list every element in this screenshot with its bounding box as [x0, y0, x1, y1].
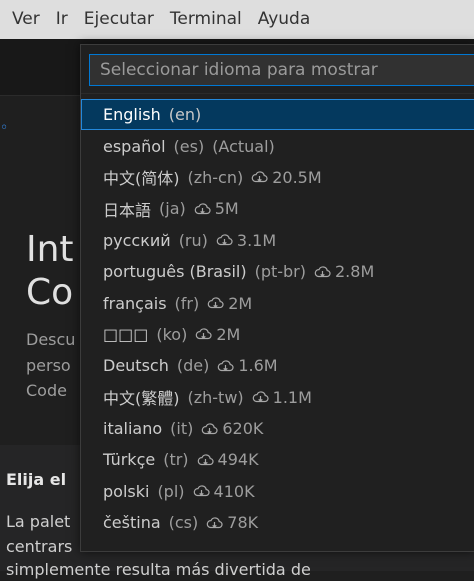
- download-size: 494K: [217, 450, 259, 470]
- language-code: (cs): [168, 513, 199, 533]
- download-size: 2M: [216, 324, 241, 344]
- download-size: 1.6M: [238, 356, 278, 376]
- walkthrough-card-title: Elija el: [6, 470, 67, 489]
- cloud-download-icon: [201, 422, 218, 436]
- language-item[interactable]: Deutsch (de) 1.6M: [81, 350, 474, 381]
- language-code: (ja): [159, 199, 186, 219]
- language-item[interactable]: 日本語 (ja) 5M: [81, 193, 474, 224]
- language-name: português (Brasil): [103, 262, 247, 282]
- language-item[interactable]: 中文(繁體) (zh-tw) 1.1M: [81, 382, 474, 413]
- download-size: 2M: [228, 293, 253, 313]
- language-name: italiano: [103, 419, 163, 439]
- download-size: 410K: [213, 481, 255, 501]
- language-name: 中文(繁體): [103, 389, 180, 409]
- language-list: English (en) español (es) (Actual) 中文(简体) (zh-…: [81, 99, 474, 538]
- current-language-tag: (Actual): [212, 136, 275, 156]
- download-size: 78K: [227, 513, 259, 533]
- cloud-download-icon: [314, 265, 331, 279]
- menubar: Ver Ir Ejecutar Terminal Ayuda: [0, 0, 474, 39]
- language-name: čeština: [103, 513, 161, 533]
- welcome-desc-line-3: Code: [26, 381, 67, 400]
- walkthrough-card-text-1: La palet: [6, 512, 71, 531]
- language-name: español: [103, 136, 166, 156]
- language-code: (de): [176, 356, 210, 376]
- language-code: (zh-tw): [187, 387, 244, 407]
- language-code: (ko): [156, 324, 188, 344]
- cloud-download-icon: [197, 453, 214, 467]
- language-code: (pt-br): [254, 262, 306, 282]
- language-code: (it): [170, 419, 194, 439]
- download-size: 3.1M: [236, 230, 277, 250]
- download-size: 20.5M: [272, 167, 322, 187]
- language-item[interactable]: čeština (cs) 78K: [81, 507, 474, 538]
- download-size: 5M: [214, 199, 239, 219]
- language-quick-pick: English (en)español (es) (Actual) 中文(简体) (zh-…: [80, 44, 474, 552]
- language-code: (fr): [174, 293, 200, 313]
- download-size: 1.1M: [272, 387, 312, 407]
- menu-ir[interactable]: Ir: [48, 0, 76, 39]
- language-name: 日本語: [103, 200, 152, 220]
- cloud-download-icon: [195, 327, 212, 341]
- language-search-input[interactable]: [89, 54, 474, 86]
- cloud-download-icon: [207, 296, 224, 310]
- cloud-download-icon: [252, 390, 269, 404]
- menu-terminal[interactable]: Terminal: [162, 0, 250, 39]
- quick-pick-separator: [81, 93, 474, 94]
- language-item[interactable]: italiano (it) 620K: [81, 413, 474, 444]
- language-name: français: [103, 293, 167, 313]
- link-icon[interactable]: ◦: [0, 120, 8, 136]
- walkthrough-card-text-2: centrars: [6, 537, 73, 556]
- language-code: (zh-cn): [187, 167, 244, 187]
- language-code: (ru): [178, 230, 208, 250]
- download-size: 620K: [222, 419, 264, 439]
- language-item[interactable]: English (en): [81, 99, 474, 131]
- language-code: (en): [168, 105, 202, 125]
- cloud-download-icon: [193, 484, 210, 498]
- welcome-heading-line-2: Co: [26, 272, 74, 313]
- language-item[interactable]: □□□ (ko) 2M: [81, 319, 474, 350]
- language-item[interactable]: polski (pl) 410K: [81, 476, 474, 507]
- language-item[interactable]: 中文(简体) (zh-cn) 20.5M: [81, 162, 474, 193]
- menu-ayuda[interactable]: Ayuda: [250, 0, 319, 39]
- language-item[interactable]: Türkçe (tr) 494K: [81, 444, 474, 475]
- language-code: (pl): [157, 481, 185, 501]
- menu-ejecutar[interactable]: Ejecutar: [76, 0, 162, 39]
- cloud-download-icon: [251, 170, 268, 184]
- language-item[interactable]: español (es) (Actual): [81, 130, 474, 161]
- cloud-download-icon: [216, 233, 233, 247]
- language-item[interactable]: français (fr) 2M: [81, 287, 474, 318]
- walkthrough-card-text-3: simplemente resulta más divertida de: [6, 560, 311, 579]
- language-name: □□□: [103, 324, 149, 344]
- cloud-download-icon: [217, 359, 234, 373]
- language-item[interactable]: português (Brasil) (pt-br) 2.8M: [81, 256, 474, 287]
- cloud-download-icon: [206, 516, 223, 530]
- download-size: 2.8M: [335, 262, 375, 282]
- language-code: (tr): [163, 450, 189, 470]
- menu-ver[interactable]: Ver: [0, 0, 48, 39]
- language-name: English: [103, 105, 161, 125]
- welcome-heading-line-1: Int: [26, 229, 74, 270]
- welcome-desc-line-2: perso: [26, 356, 71, 375]
- language-code: (es): [173, 136, 205, 156]
- language-name: 中文(简体): [103, 169, 180, 189]
- language-item[interactable]: русский (ru) 3.1M: [81, 225, 474, 256]
- cloud-download-icon: [194, 202, 211, 216]
- language-name: русский: [103, 230, 171, 250]
- language-name: Türkçe: [103, 450, 156, 470]
- language-name: polski: [103, 481, 150, 501]
- welcome-desc-line-1: Descu: [26, 330, 76, 349]
- language-name: Deutsch: [103, 356, 169, 376]
